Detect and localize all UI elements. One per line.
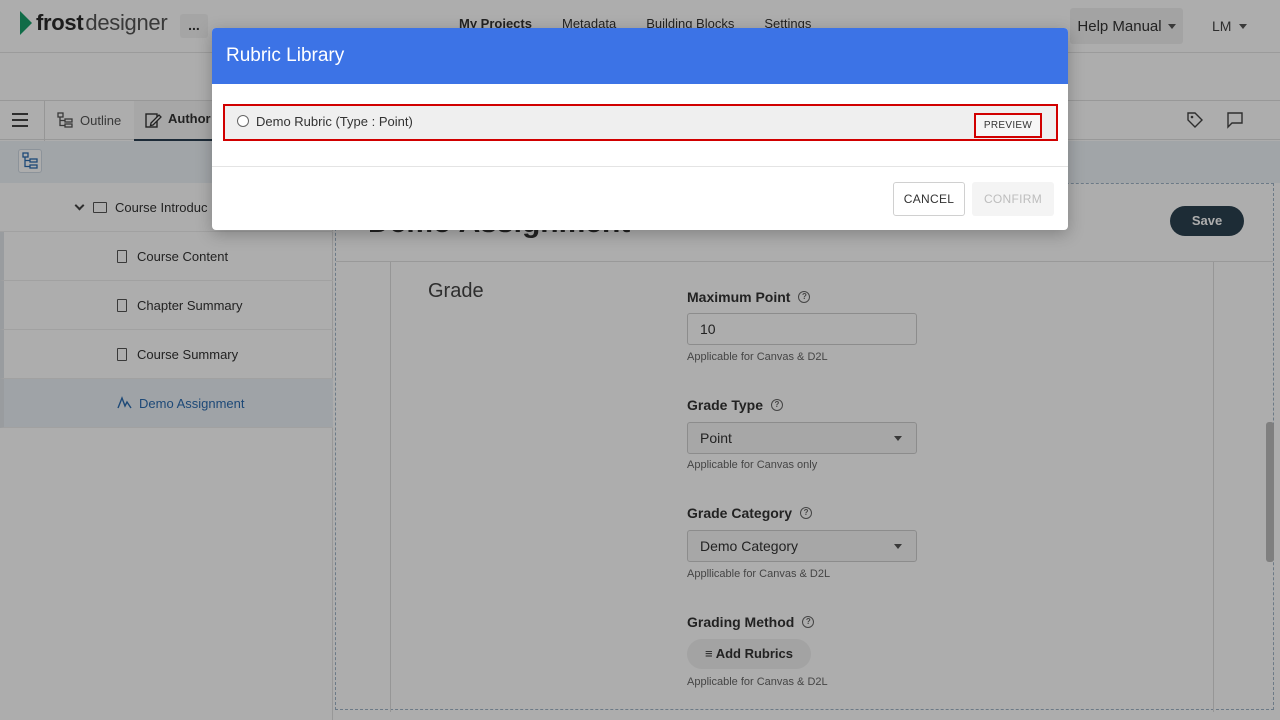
rubric-option-row[interactable]: Demo Rubric (Type : Point) PREVIEW bbox=[223, 104, 1058, 141]
rubric-radio-button[interactable] bbox=[237, 115, 249, 127]
dialog-title: Rubric Library bbox=[212, 28, 1068, 84]
confirm-button[interactable]: CONFIRM bbox=[972, 182, 1054, 216]
rubric-library-dialog: Rubric Library Demo Rubric (Type : Point… bbox=[212, 28, 1068, 230]
rubric-option-label: Demo Rubric (Type : Point) bbox=[256, 114, 413, 129]
dialog-divider bbox=[212, 166, 1068, 167]
cancel-button[interactable]: CANCEL bbox=[893, 182, 965, 216]
preview-button[interactable]: PREVIEW bbox=[974, 113, 1042, 138]
